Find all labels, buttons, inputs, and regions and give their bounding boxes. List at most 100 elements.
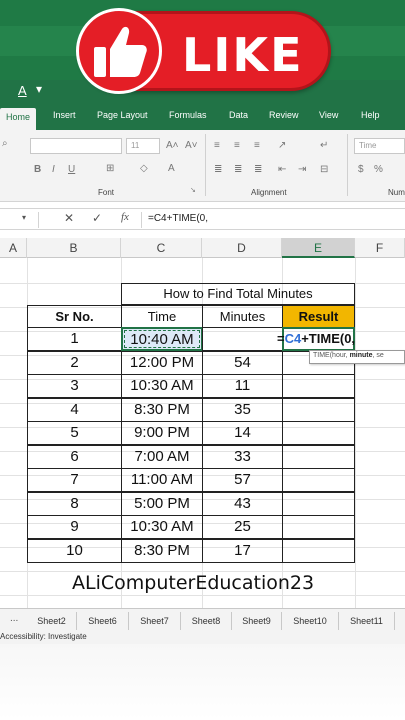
- header-sr-no[interactable]: Sr No.: [27, 305, 122, 328]
- cell-result[interactable]: [282, 491, 355, 516]
- tab-data[interactable]: Data: [229, 110, 248, 120]
- cell-time[interactable]: 9:00 PM: [121, 421, 203, 445]
- fill-color-icon[interactable]: ◇: [140, 163, 148, 174]
- cell-sr-no[interactable]: 3: [27, 374, 122, 398]
- cell-sr-no[interactable]: 8: [27, 491, 122, 516]
- column-header-f[interactable]: F: [355, 238, 405, 258]
- italic-icon[interactable]: I: [52, 164, 55, 175]
- cell-result[interactable]: [282, 444, 355, 469]
- tab-page-layout[interactable]: Page Layout: [97, 110, 148, 120]
- editing-formula[interactable]: =C4+TIME(0,: [277, 331, 355, 346]
- cell-result[interactable]: [282, 538, 355, 563]
- cell-time[interactable]: 8:30 PM: [121, 538, 203, 563]
- sheet-tab-8[interactable]: Sheet8: [181, 612, 232, 630]
- cell-result[interactable]: [282, 397, 355, 422]
- accessibility-status[interactable]: Accessibility: Investigate: [0, 632, 87, 641]
- sheet-tab-7[interactable]: Sheet7: [129, 612, 181, 630]
- cell-minutes[interactable]: 57: [202, 468, 283, 492]
- orientation-icon[interactable]: ↗: [278, 140, 286, 151]
- cell-result[interactable]: [282, 374, 355, 398]
- cell-minutes[interactable]: 11: [202, 374, 283, 398]
- align-middle-icon[interactable]: ≡: [234, 140, 240, 151]
- merge-center-icon[interactable]: ⊟: [320, 164, 328, 175]
- column-header-c[interactable]: C: [121, 238, 202, 258]
- cell-sr-no[interactable]: 9: [27, 515, 122, 539]
- name-box-dropdown-icon[interactable]: ▾: [22, 213, 26, 222]
- number-format-box[interactable]: Time: [354, 138, 405, 154]
- header-time[interactable]: Time: [121, 305, 203, 328]
- cell-minutes[interactable]: 14: [202, 421, 283, 445]
- column-header-d[interactable]: D: [202, 238, 282, 258]
- cell-sr-no[interactable]: 6: [27, 444, 122, 469]
- tab-help[interactable]: Help: [361, 110, 380, 120]
- cell-minutes[interactable]: 43: [202, 491, 283, 516]
- percent-icon[interactable]: %: [374, 164, 383, 175]
- tab-insert[interactable]: Insert: [53, 110, 76, 120]
- cell-time[interactable]: 11:00 AM: [121, 468, 203, 492]
- cell-result[interactable]: [282, 468, 355, 492]
- cell-minutes[interactable]: 17: [202, 538, 283, 563]
- cell-time[interactable]: 10:30 AM: [121, 515, 203, 539]
- enter-icon[interactable]: ✓: [92, 211, 102, 225]
- formula-input[interactable]: =C4+TIME(0,: [148, 213, 208, 224]
- align-bottom-icon[interactable]: ≡: [254, 140, 260, 151]
- cell-minutes[interactable]: 35: [202, 397, 283, 422]
- wrap-text-icon[interactable]: ↵: [320, 140, 328, 151]
- tab-review[interactable]: Review: [269, 110, 299, 120]
- cell-minutes[interactable]: 54: [202, 350, 283, 375]
- more-sheets-button[interactable]: ...: [10, 613, 18, 624]
- indent-icon[interactable]: ⇤: [278, 164, 286, 175]
- column-header-a[interactable]: A: [0, 238, 27, 258]
- clipboard-icon[interactable]: ⌕: [2, 138, 8, 149]
- underline-icon[interactable]: U: [68, 164, 75, 175]
- align-left-icon[interactable]: ≣: [214, 164, 222, 175]
- column-header-b[interactable]: B: [27, 238, 121, 258]
- font-color-icon[interactable]: A: [168, 163, 175, 174]
- cell-result[interactable]: [282, 515, 355, 539]
- shrink-font-icon[interactable]: A˅: [185, 140, 198, 151]
- grow-font-icon[interactable]: A˄: [166, 140, 179, 151]
- chevron-down-icon[interactable]: ▾: [36, 82, 42, 96]
- cell-sr-no[interactable]: 5: [27, 421, 122, 445]
- cell-sr-no[interactable]: 2: [27, 350, 122, 375]
- cell-sr-no[interactable]: 10: [27, 538, 122, 563]
- font-name-box[interactable]: [30, 138, 122, 154]
- cell-time[interactable]: 12:00 PM: [121, 350, 203, 375]
- cell-sr-no[interactable]: 7: [27, 468, 122, 492]
- cell-time[interactable]: 10:40 AM: [121, 327, 203, 351]
- cancel-icon[interactable]: ✕: [64, 211, 74, 225]
- cell-time[interactable]: 7:00 AM: [121, 444, 203, 469]
- cell-time[interactable]: 8:30 PM: [121, 397, 203, 422]
- cell-result[interactable]: [282, 421, 355, 445]
- cell-minutes[interactable]: 25: [202, 515, 283, 539]
- cell-minutes[interactable]: [202, 327, 283, 351]
- cell-minutes[interactable]: 33: [202, 444, 283, 469]
- dialog-launcher-icon[interactable]: ↘: [190, 186, 196, 194]
- column-header-e[interactable]: E: [282, 238, 355, 258]
- sheet-tab-6[interactable]: Sheet6: [77, 612, 129, 630]
- outdent-icon[interactable]: ⇥: [298, 164, 306, 175]
- header-result[interactable]: Result: [282, 305, 355, 328]
- header-minutes[interactable]: Minutes: [202, 305, 283, 328]
- tab-home[interactable]: Home: [0, 108, 37, 130]
- align-right-icon[interactable]: ≣: [254, 164, 262, 175]
- align-top-icon[interactable]: ≡: [214, 140, 220, 151]
- tab-view[interactable]: View: [319, 110, 338, 120]
- sheet-tab-10[interactable]: Sheet10: [282, 612, 339, 630]
- font-color-icon[interactable]: A: [18, 83, 27, 98]
- table-title[interactable]: How to Find Total Minutes: [121, 283, 355, 305]
- sheet-tab-2[interactable]: Sheet2: [27, 612, 77, 630]
- sheet-tab-11[interactable]: Sheet11: [339, 612, 395, 630]
- insert-function-icon[interactable]: fx: [121, 211, 129, 223]
- align-center-icon[interactable]: ≣: [234, 164, 242, 175]
- currency-icon[interactable]: $: [358, 164, 364, 175]
- sheet-tab-9[interactable]: Sheet9: [232, 612, 282, 630]
- tab-formulas[interactable]: Formulas: [169, 110, 207, 120]
- cell-sr-no[interactable]: 4: [27, 397, 122, 422]
- font-size-box[interactable]: 11: [126, 138, 160, 154]
- cell-time[interactable]: 10:30 AM: [121, 374, 203, 398]
- cell-sr-no[interactable]: 1: [27, 327, 122, 351]
- borders-icon[interactable]: ⊞: [106, 163, 114, 174]
- cell-time[interactable]: 5:00 PM: [121, 491, 203, 516]
- bold-icon[interactable]: B: [34, 164, 41, 175]
